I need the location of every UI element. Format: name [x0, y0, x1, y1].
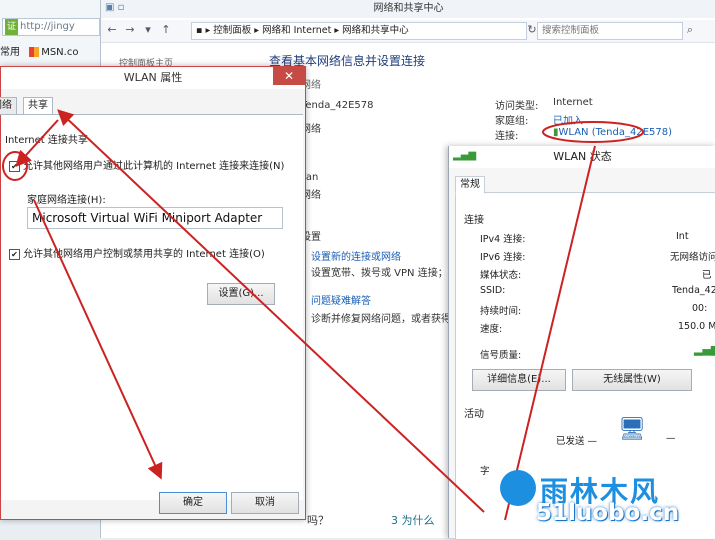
annotation-arrow-share-tab: [57, 109, 485, 513]
annotation-overlay: [2, 109, 644, 521]
watermark-logo: [500, 470, 536, 506]
annotation-circle-checkbox: [2, 151, 28, 181]
watermark: 雨林木风 51luobo.cn: [496, 470, 715, 538]
annotation-circle-connection: [542, 121, 644, 143]
annotation-arrow-checkbox: [15, 119, 59, 167]
annotation-line-status: [504, 145, 596, 521]
tab-general[interactable]: 常规: [455, 176, 485, 194]
annotation-arrow-ok: [33, 199, 163, 480]
watermark-en: 51luobo.cn: [536, 500, 680, 526]
